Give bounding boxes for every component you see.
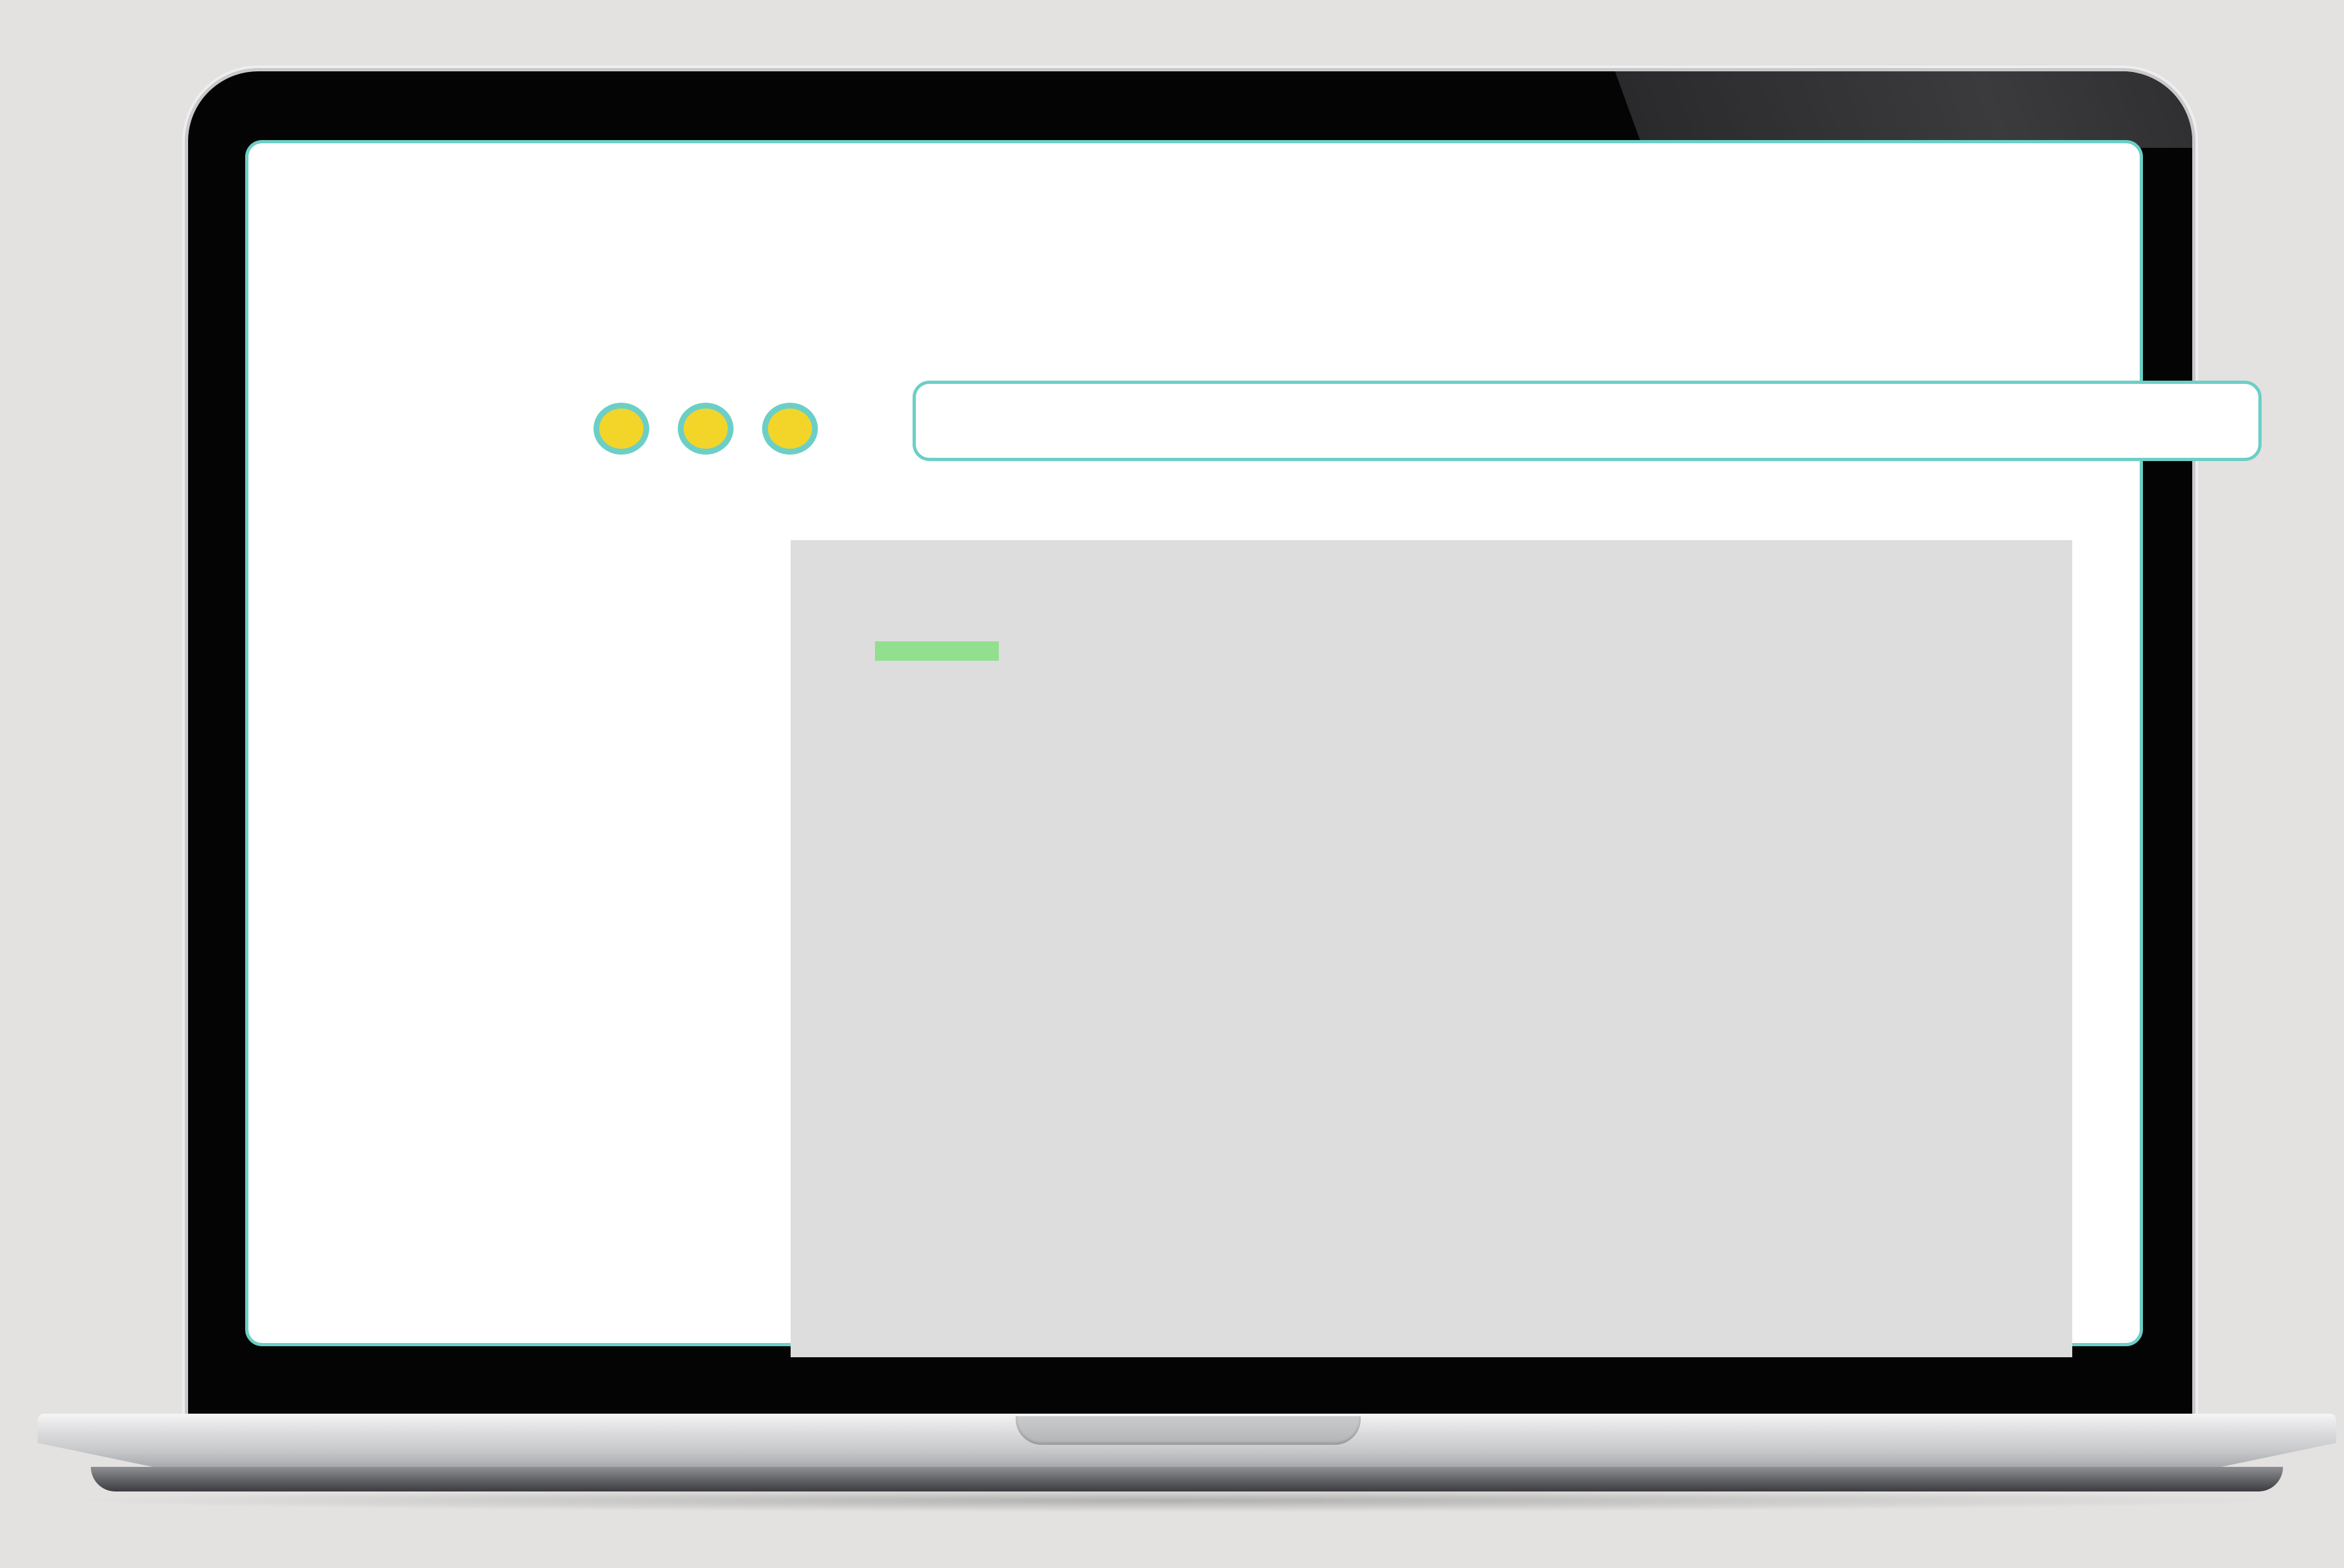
address-bar[interactable] [913, 381, 2262, 461]
browser-window [245, 140, 2262, 1357]
progress-bar [875, 641, 1229, 661]
content-area [791, 540, 2072, 1357]
lid-glare [1615, 71, 2192, 148]
window-control-dot-2[interactable] [678, 403, 734, 455]
window-control-dot-3[interactable] [762, 403, 818, 455]
laptop-base-bottom [91, 1467, 2283, 1491]
window-control-dot-1[interactable] [593, 403, 649, 455]
laptop-notch [1016, 1416, 1361, 1445]
laptop-shadow [58, 1489, 2290, 1512]
progress-fill [875, 641, 999, 661]
